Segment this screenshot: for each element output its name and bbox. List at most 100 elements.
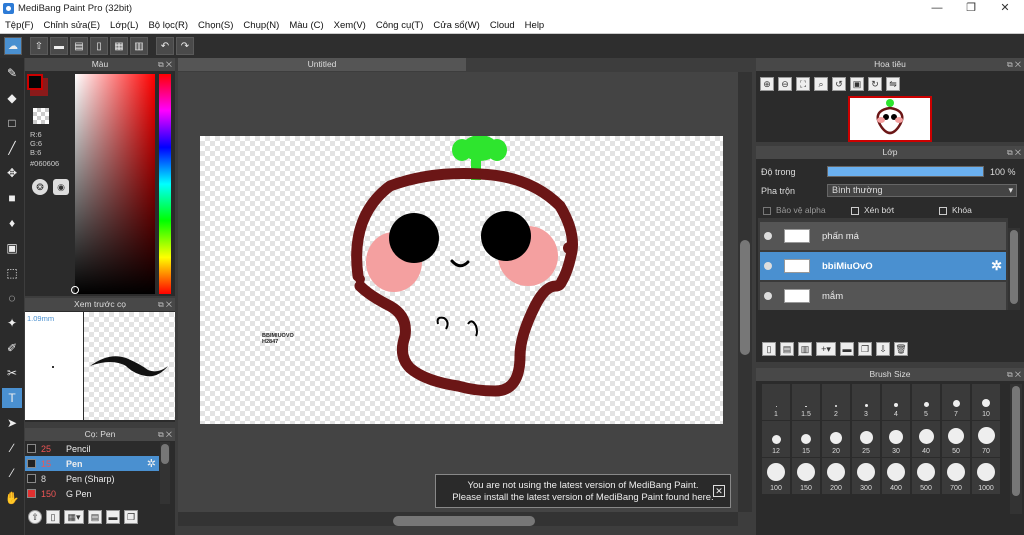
- restore-icon[interactable]: ❐: [954, 0, 988, 17]
- brush-size-option[interactable]: 100: [762, 458, 790, 494]
- opacity-slider[interactable]: [827, 166, 984, 177]
- menu-view[interactable]: Xem(V): [329, 20, 371, 31]
- close-icon[interactable]: ✕: [988, 0, 1022, 17]
- select-pen-icon[interactable]: ✐: [2, 338, 22, 358]
- gradient-tool-icon[interactable]: ▣: [2, 238, 22, 258]
- brush-item-g-pen[interactable]: 150 G Pen: [25, 486, 159, 501]
- new-8bit-layer-icon[interactable]: ▥: [798, 342, 812, 356]
- new-layer-icon[interactable]: ▯: [762, 342, 776, 356]
- flip-icon[interactable]: ⇋: [886, 77, 900, 91]
- foreground-color-swatch[interactable]: [27, 74, 43, 90]
- brush-size-scrollbar[interactable]: [1010, 384, 1022, 514]
- add-layer-menu-icon[interactable]: +▾: [816, 342, 836, 356]
- brush-size-option[interactable]: 500: [912, 458, 940, 494]
- brush-tool-icon[interactable]: ✎: [2, 63, 22, 83]
- brush-size-option[interactable]: 200: [822, 458, 850, 494]
- brush-size-option[interactable]: 50: [942, 421, 970, 457]
- rectangle-tool-icon[interactable]: □: [2, 113, 22, 133]
- brush-size-option[interactable]: 10: [972, 384, 1000, 420]
- hue-slider[interactable]: [159, 74, 171, 294]
- brush-size-option[interactable]: 3: [852, 384, 880, 420]
- delete-layer-icon[interactable]: 🗑: [894, 342, 908, 356]
- line-tool-icon[interactable]: ╱: [2, 138, 22, 158]
- brush-size-option[interactable]: 1000: [972, 458, 1000, 494]
- popout-icon[interactable]: ⧉ ✕: [1007, 146, 1021, 159]
- popout-icon[interactable]: ⧉ ✕: [158, 298, 172, 311]
- document-tab[interactable]: Untitled: [178, 58, 466, 71]
- menu-filter[interactable]: Bộ lọc(R): [143, 20, 193, 31]
- zoom-in-icon[interactable]: ⊕: [760, 77, 774, 91]
- brush-size-option[interactable]: 5: [912, 384, 940, 420]
- brush-size-option[interactable]: 1.5: [792, 384, 820, 420]
- minimize-icon[interactable]: —: [920, 0, 954, 17]
- brush-size-option[interactable]: 150: [792, 458, 820, 494]
- brush-size-option[interactable]: 1: [762, 384, 790, 420]
- share-icon[interactable]: ⇧: [30, 37, 48, 55]
- brush-size-option[interactable]: 4: [882, 384, 910, 420]
- layer-visibility-icon[interactable]: [764, 292, 772, 300]
- rotate-left-icon[interactable]: ↺: [832, 77, 846, 91]
- rotate-right-icon[interactable]: ↻: [868, 77, 882, 91]
- brush-list-scrollbar[interactable]: [160, 442, 170, 504]
- notice-line-2[interactable]: Please install the latest version of Med…: [436, 492, 730, 504]
- vertical-scroll-thumb[interactable]: [740, 240, 750, 355]
- popout-icon[interactable]: ⧉ ✕: [158, 428, 172, 441]
- brush-size-option[interactable]: 25: [852, 421, 880, 457]
- brush-settings-icon[interactable]: ▤: [88, 510, 102, 524]
- grid-icon[interactable]: ▦: [110, 37, 128, 55]
- lock-checkbox[interactable]: Khóa: [939, 205, 972, 215]
- menu-select[interactable]: Chọn(S): [193, 20, 238, 31]
- add-brush-menu-icon[interactable]: ▦▾: [64, 510, 84, 524]
- protect-alpha-checkbox[interactable]: Bảo vệ alpha: [763, 205, 851, 215]
- brush-size-option[interactable]: 700: [942, 458, 970, 494]
- brush-size-option[interactable]: 12: [762, 421, 790, 457]
- brush-size-option[interactable]: 2: [822, 384, 850, 420]
- new-halftone-layer-icon[interactable]: ▤: [780, 342, 794, 356]
- layer-row-signature[interactable]: bbiMiuOvO ✲: [760, 252, 1006, 280]
- fit-icon[interactable]: ⛶: [796, 77, 810, 91]
- menu-window[interactable]: Cửa sổ(W): [428, 20, 484, 31]
- update-notice[interactable]: You are not using the latest version of …: [435, 474, 731, 508]
- new-brush-icon[interactable]: ▯: [46, 510, 60, 524]
- layer-row-blush[interactable]: phấn má: [760, 222, 1006, 250]
- navigator-thumbnail[interactable]: [848, 96, 932, 142]
- brush-size-option[interactable]: 300: [852, 458, 880, 494]
- brush-item-pen-sharp[interactable]: 8 Pen (Sharp): [25, 471, 159, 486]
- popout-icon[interactable]: ⧉ ✕: [1007, 368, 1021, 381]
- brush-folder-icon[interactable]: ▬: [106, 510, 120, 524]
- menu-edit[interactable]: Chỉnh sửa(E): [39, 20, 106, 31]
- layer-row-face[interactable]: mắm: [760, 282, 1006, 310]
- brush-size-option[interactable]: 30: [882, 421, 910, 457]
- magic-wand-icon[interactable]: ✦: [2, 313, 22, 333]
- drawing-canvas[interactable]: BBIMIUOVO H2847: [200, 135, 723, 424]
- color-picker-cursor[interactable]: [71, 286, 79, 294]
- bucket-tool-icon[interactable]: ♦: [2, 213, 22, 233]
- redo-icon[interactable]: ↷: [176, 37, 194, 55]
- duplicate-layer-icon[interactable]: ❐: [858, 342, 872, 356]
- panels-icon[interactable]: ▥: [130, 37, 148, 55]
- brush-item-pencil[interactable]: 25 Pencil: [25, 441, 159, 456]
- brush-size-option[interactable]: 15: [792, 421, 820, 457]
- layer-folder-icon[interactable]: ▬: [840, 342, 854, 356]
- popout-icon[interactable]: ⧉ ✕: [158, 58, 172, 71]
- brush-size-option[interactable]: 70: [972, 421, 1000, 457]
- brush-size-option[interactable]: 20: [822, 421, 850, 457]
- blur-tool-icon[interactable]: ∕: [2, 438, 22, 458]
- zoom-reset-icon[interactable]: ⌕: [814, 77, 828, 91]
- undo-icon[interactable]: ↶: [156, 37, 174, 55]
- page-icon[interactable]: ▯: [90, 37, 108, 55]
- layers-icon[interactable]: ▤: [70, 37, 88, 55]
- gear-icon[interactable]: ✲: [147, 457, 156, 470]
- select-tool-icon[interactable]: ⬚: [2, 263, 22, 283]
- horizontal-scroll-thumb[interactable]: [393, 516, 535, 526]
- layer-visibility-icon[interactable]: [764, 262, 772, 270]
- layer-gear-icon[interactable]: ✲: [991, 258, 1002, 274]
- menu-tools[interactable]: Công cụ(T): [371, 20, 429, 31]
- menu-snap[interactable]: Chụp(N): [238, 20, 284, 31]
- duplicate-brush-icon[interactable]: ❐: [124, 510, 138, 524]
- operation-tool-icon[interactable]: ➤: [2, 413, 22, 433]
- comment-icon[interactable]: ▬: [50, 37, 68, 55]
- menu-layer[interactable]: Lớp(L): [105, 20, 143, 31]
- fill-rect-tool-icon[interactable]: ■: [2, 188, 22, 208]
- layer-visibility-icon[interactable]: [764, 232, 772, 240]
